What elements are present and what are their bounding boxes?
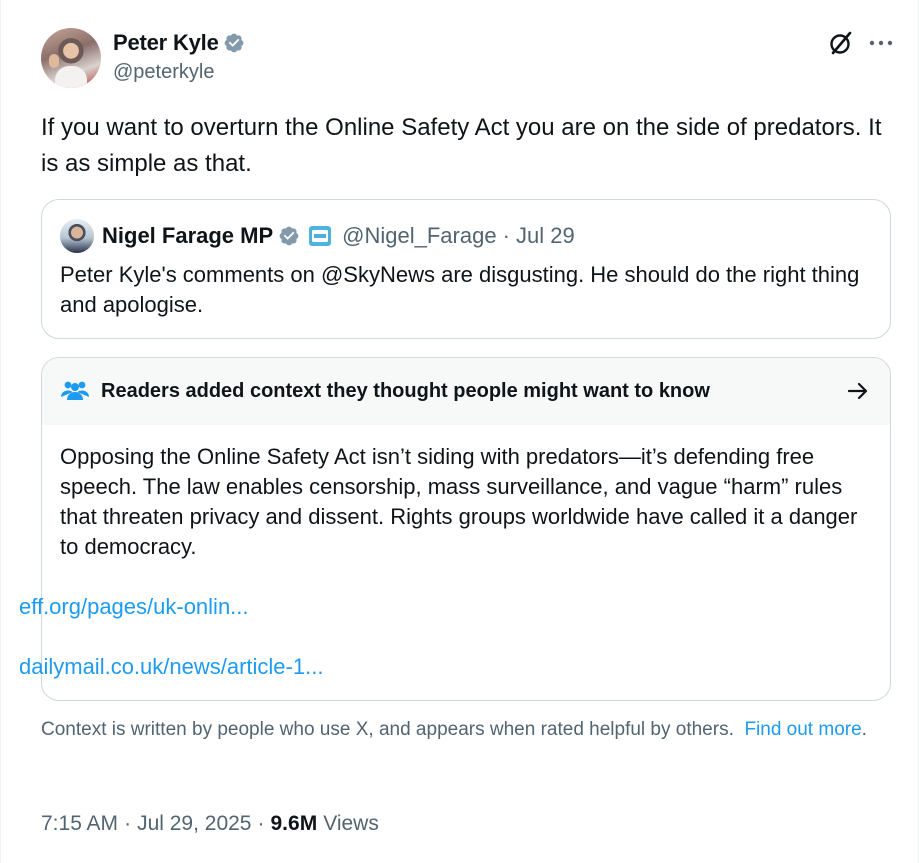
quoted-handle: @Nigel_Farage [342, 223, 497, 248]
post-time[interactable]: 7:15 AM [41, 812, 118, 836]
people-icon [61, 381, 89, 400]
author-info: Peter Kyle @peterkyle [113, 30, 245, 84]
verified-badge-icon[interactable] [223, 32, 245, 54]
community-note-title: Readers added context they thought peopl… [101, 380, 710, 402]
verified-badge-icon [279, 226, 299, 246]
grok-icon[interactable] [828, 30, 854, 56]
affiliation-badge-icon [309, 226, 332, 246]
community-note-body: Opposing the Online Safety Act isn’t sid… [60, 444, 858, 559]
note-source-link-2[interactable]: dailymail.co.uk/news/article-1... [19, 654, 323, 680]
post-header: Peter Kyle @peterkyle [41, 28, 894, 90]
disclaimer-text: Context is written by people who use X, … [41, 719, 734, 740]
separator: · [124, 812, 132, 835]
views-count: 9.6M [270, 812, 318, 835]
note-disclaimer: Context is written by people who use X, … [41, 718, 891, 742]
community-note-header[interactable]: Readers added context they thought peopl… [42, 358, 890, 425]
post-date[interactable]: Jul 29, 2025 [137, 812, 251, 836]
separator: · [257, 812, 265, 835]
author-name[interactable]: Peter Kyle [113, 30, 219, 56]
avatar-hand [49, 54, 59, 68]
quoted-avatar [60, 219, 94, 253]
quoted-text: Peter Kyle's comments on @SkyNews are di… [60, 262, 860, 317]
author-avatar[interactable] [41, 28, 101, 88]
avatar-shirt [55, 66, 87, 88]
quoted-tweet[interactable]: Nigel Farage MP @Nigel_Farage · Jul 29 P… [41, 199, 891, 339]
arrow-right-icon[interactable] [846, 379, 870, 403]
header-actions [828, 30, 894, 56]
disclaimer-end: . [861, 719, 867, 740]
tweet-detail: Peter Kyle @peterkyle If you want to ove… [0, 0, 919, 863]
community-note: Readers added context they thought peopl… [41, 357, 891, 701]
quoted-author-name: Nigel Farage MP [102, 223, 274, 248]
more-icon[interactable] [868, 30, 894, 56]
note-source-link-1[interactable]: eff.org/pages/uk-onlin... [19, 594, 249, 620]
author-name-row: Peter Kyle [113, 30, 245, 56]
views-label: Views [323, 812, 379, 835]
find-out-more-link[interactable]: Find out more [744, 719, 861, 740]
author-handle[interactable]: @peterkyle [113, 61, 245, 84]
quoted-date: · Jul 29 [502, 223, 575, 248]
post-text: If you want to overturn the Online Safet… [41, 114, 882, 177]
quoted-header: Nigel Farage MP @Nigel_Farage · Jul 29 [60, 219, 575, 253]
post-metadata: 7:15 AM · Jul 29, 2025 · 9.6M Views [41, 812, 379, 836]
